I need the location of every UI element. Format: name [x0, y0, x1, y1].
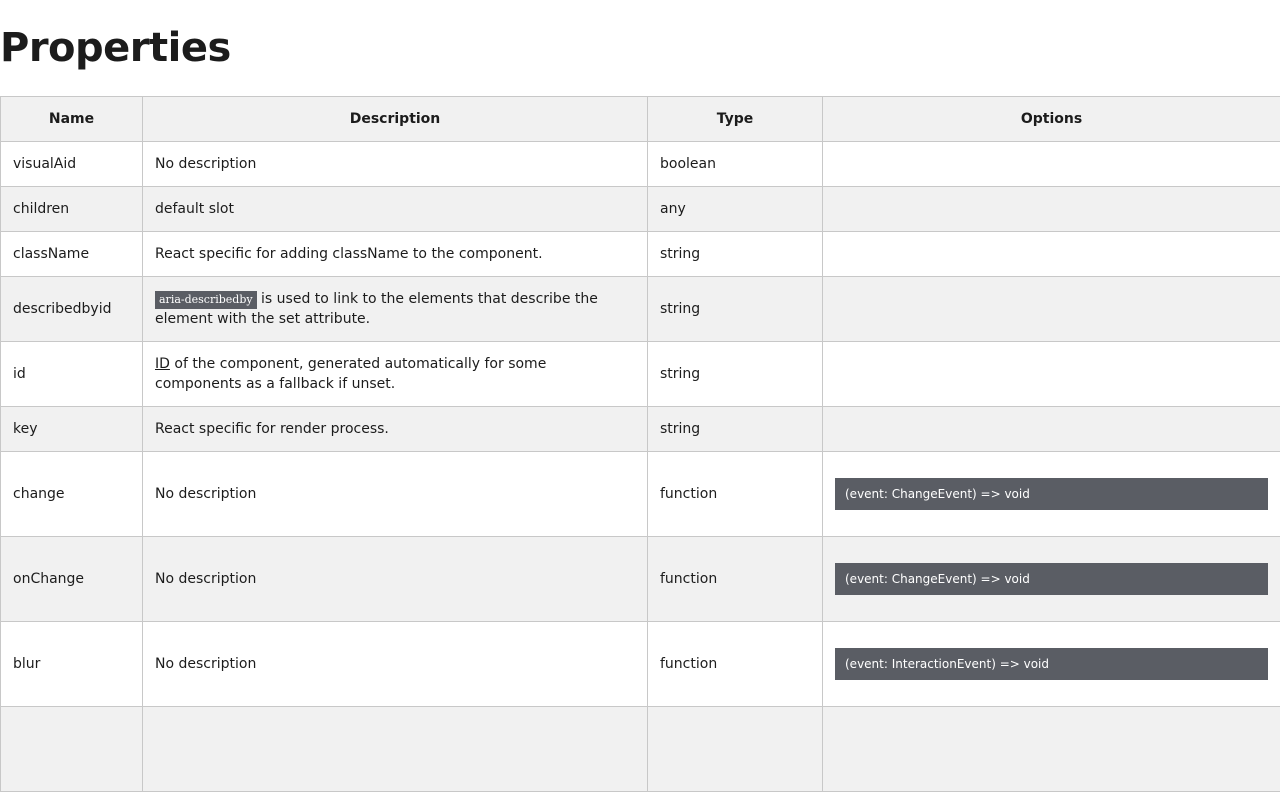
- table-row: children default slot any: [1, 187, 1280, 232]
- prop-name: id: [1, 342, 143, 407]
- prop-name: key: [1, 407, 143, 452]
- prop-options: (event: InteractionEvent) => void: [823, 622, 1280, 707]
- column-header-type: Type: [648, 97, 823, 142]
- prop-type: [648, 707, 823, 792]
- table-row: blur No description function (event: Int…: [1, 622, 1280, 707]
- option-signature: (event: ChangeEvent) => void: [835, 563, 1268, 595]
- prop-type: string: [648, 407, 823, 452]
- prop-name: onChange: [1, 537, 143, 622]
- description-text: of the component, generated automaticall…: [155, 356, 546, 392]
- prop-type: function: [648, 622, 823, 707]
- prop-name: [1, 707, 143, 792]
- prop-options: [823, 342, 1280, 407]
- prop-options: [823, 277, 1280, 342]
- table-row: visualAid No description boolean: [1, 142, 1280, 187]
- column-header-description: Description: [143, 97, 648, 142]
- table-row: key React specific for render process. s…: [1, 407, 1280, 452]
- table-row-partial: [1, 707, 1280, 792]
- prop-type: function: [648, 537, 823, 622]
- prop-type: string: [648, 342, 823, 407]
- prop-name: className: [1, 232, 143, 277]
- page-title: Properties: [0, 24, 231, 72]
- table-row: className React specific for adding clas…: [1, 232, 1280, 277]
- prop-type: string: [648, 277, 823, 342]
- prop-name: blur: [1, 622, 143, 707]
- prop-description: default slot: [143, 187, 648, 232]
- option-signature: (event: InteractionEvent) => void: [835, 648, 1268, 680]
- prop-name: describedbyid: [1, 277, 143, 342]
- prop-description: [143, 707, 648, 792]
- prop-type: string: [648, 232, 823, 277]
- prop-options: [823, 187, 1280, 232]
- column-header-options: Options: [823, 97, 1280, 142]
- prop-description: No description: [143, 537, 648, 622]
- prop-type: any: [648, 187, 823, 232]
- prop-options: [823, 142, 1280, 187]
- prop-description: No description: [143, 142, 648, 187]
- prop-description: aria-describedby is used to link to the …: [143, 277, 648, 342]
- prop-name: change: [1, 452, 143, 537]
- prop-options: (event: ChangeEvent) => void: [823, 452, 1280, 537]
- option-signature: (event: ChangeEvent) => void: [835, 478, 1268, 510]
- column-header-name: Name: [1, 97, 143, 142]
- abbreviation: ID: [155, 356, 170, 372]
- prop-description: No description: [143, 452, 648, 537]
- prop-type: boolean: [648, 142, 823, 187]
- prop-description: React specific for render process.: [143, 407, 648, 452]
- prop-options: [823, 232, 1280, 277]
- prop-description: ID of the component, generated automatic…: [143, 342, 648, 407]
- table-header-row: Name Description Type Options: [1, 97, 1280, 142]
- table-row: change No description function (event: C…: [1, 452, 1280, 537]
- table-row: describedbyid aria-describedby is used t…: [1, 277, 1280, 342]
- prop-type: function: [648, 452, 823, 537]
- properties-table: Name Description Type Options visualAid …: [0, 96, 1280, 792]
- prop-name: visualAid: [1, 142, 143, 187]
- prop-options: (event: ChangeEvent) => void: [823, 537, 1280, 622]
- table-row: onChange No description function (event:…: [1, 537, 1280, 622]
- table-row: id ID of the component, generated automa…: [1, 342, 1280, 407]
- prop-options: [823, 707, 1280, 792]
- code-chip: aria-describedby: [155, 291, 257, 309]
- prop-name: children: [1, 187, 143, 232]
- prop-options: [823, 407, 1280, 452]
- prop-description: React specific for adding className to t…: [143, 232, 648, 277]
- prop-description: No description: [143, 622, 648, 707]
